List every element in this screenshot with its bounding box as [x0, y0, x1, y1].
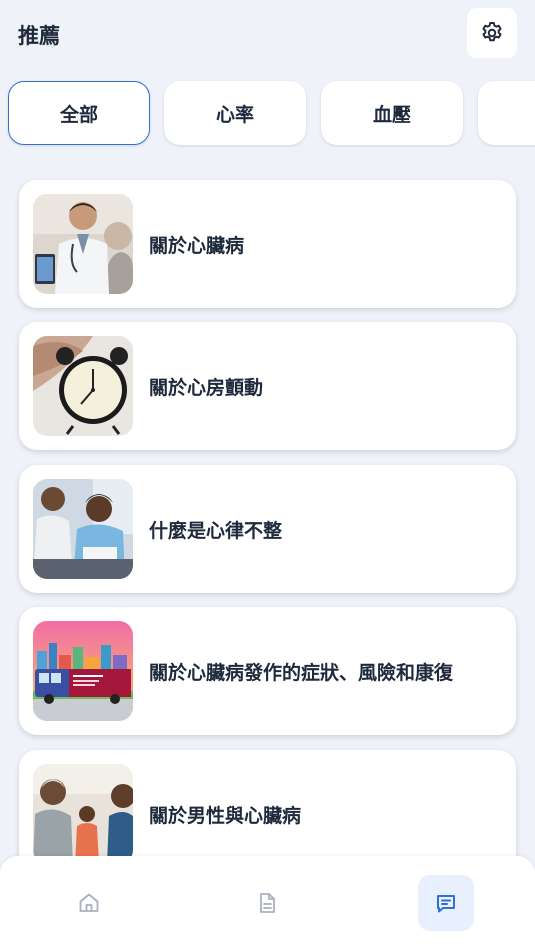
- settings-button[interactable]: [467, 8, 517, 58]
- tab-partial[interactable]: 血: [478, 81, 535, 145]
- recommendations-screen: 推薦 全部 心率 血壓 血: [0, 0, 535, 951]
- article-title: 關於心房顫動: [149, 376, 264, 399]
- family-photo: [33, 764, 133, 864]
- article-title: 關於心臟病發作的症狀、風險和康復: [149, 661, 454, 684]
- nav-documents-button[interactable]: [239, 875, 295, 931]
- tab-heart-rate[interactable]: 心率: [164, 81, 306, 145]
- article-card[interactable]: 關於心臟病發作的症狀、風險和康復: [19, 607, 516, 735]
- article-card[interactable]: 什麼是心律不整: [19, 465, 516, 593]
- article-card[interactable]: 關於心臟病: [19, 180, 516, 308]
- article-title: 關於心臟病: [149, 234, 245, 257]
- header: 推薦: [0, 0, 535, 70]
- tab-label: 心率: [215, 103, 254, 126]
- tab-all[interactable]: 全部: [8, 81, 150, 145]
- bottom-navigation: [0, 856, 535, 951]
- category-tabs: 全部 心率 血壓 血: [0, 80, 535, 148]
- home-icon: [79, 893, 99, 912]
- gear-icon: [482, 22, 502, 42]
- nav-home-button[interactable]: [61, 875, 117, 931]
- page-title: 推薦: [18, 24, 60, 48]
- doctor-consultation-photo: [33, 479, 133, 579]
- tab-label: 血壓: [372, 103, 411, 126]
- nav-messages-button[interactable]: [418, 875, 474, 931]
- tab-label: 全部: [59, 103, 98, 126]
- article-title: 什麼是心律不整: [149, 519, 283, 542]
- doctor-with-patient-photo: [33, 194, 133, 294]
- alarm-clock-photo: [33, 336, 133, 436]
- city-bus-illustration: [33, 621, 133, 721]
- document-icon: [260, 893, 275, 913]
- chat-icon: [437, 895, 455, 913]
- article-card[interactable]: 關於心房顫動: [19, 322, 516, 450]
- tab-blood-pressure[interactable]: 血壓: [321, 81, 463, 145]
